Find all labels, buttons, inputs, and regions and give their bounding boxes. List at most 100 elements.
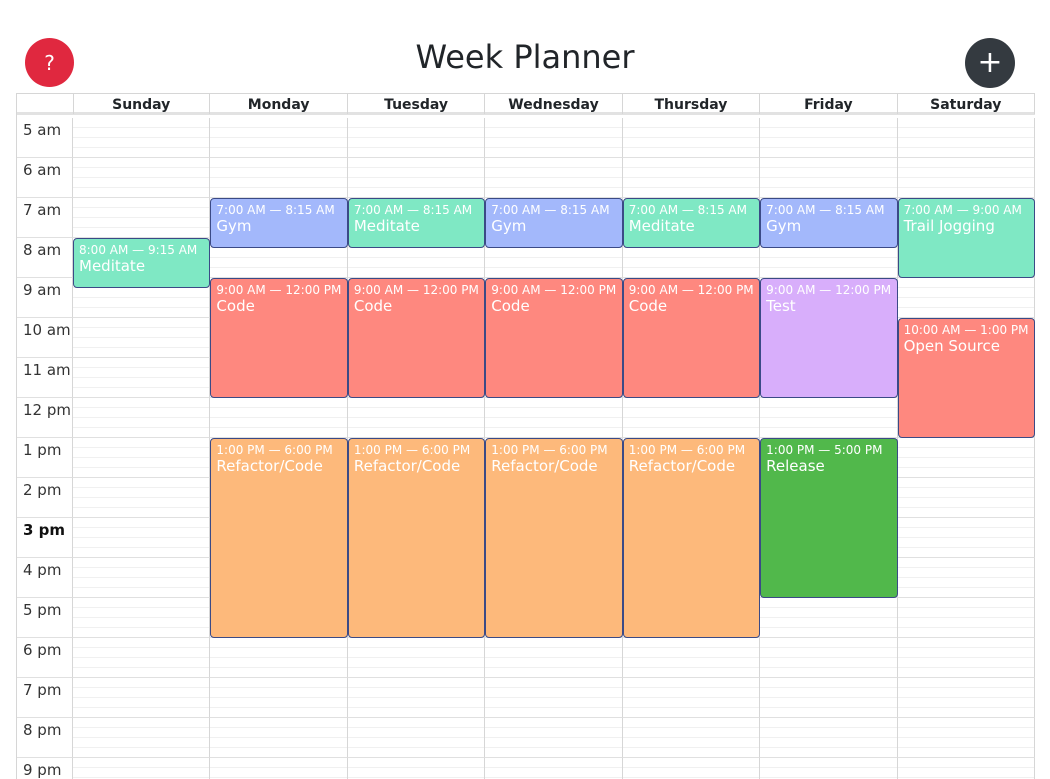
event-code[interactable]: 9:00 AM — 12:00 PM Code	[622, 278, 761, 398]
time-slot-saturday[interactable]	[897, 598, 1035, 638]
event-meditate[interactable]: 8:00 AM — 9:15 AM Meditate	[73, 238, 211, 288]
event-title: Meditate	[628, 217, 695, 235]
time-slot-tuesday[interactable]	[347, 398, 486, 438]
time-slot-monday[interactable]	[210, 398, 348, 438]
hour-label: 4 pm	[23, 561, 62, 579]
time-slot-sunday[interactable]	[73, 718, 211, 758]
time-slot-friday[interactable]	[760, 118, 898, 158]
time-slot-sunday[interactable]	[73, 478, 211, 518]
time-slot-sunday[interactable]	[73, 558, 211, 598]
time-slot-sunday[interactable]	[73, 758, 211, 779]
add-event-button[interactable]: +	[965, 38, 1015, 88]
event-meditate[interactable]: 7:00 AM — 8:15 AM Meditate	[347, 198, 486, 248]
hour-label: 9 pm	[23, 761, 62, 779]
event-time: 8:00 AM — 9:15 AM	[79, 243, 198, 257]
event-refactor-code[interactable]: 1:00 PM — 6:00 PM Refactor/Code	[347, 438, 486, 638]
event-code[interactable]: 9:00 AM — 12:00 PM Code	[347, 278, 486, 398]
time-slot-saturday[interactable]	[897, 718, 1035, 758]
hour-label: 5 am	[23, 121, 62, 139]
event-test[interactable]: 9:00 AM — 12:00 PM Test	[760, 278, 898, 398]
time-slot-label-cell: 5 am	[17, 118, 73, 158]
time-slot-wednesday[interactable]	[485, 718, 623, 758]
time-slot-label-cell: 4 pm	[17, 558, 73, 598]
event-title: Meditate	[353, 217, 420, 235]
time-slot-monday[interactable]	[210, 758, 348, 779]
time-slot-friday[interactable]	[760, 598, 898, 638]
time-slot-saturday[interactable]	[897, 518, 1035, 558]
time-slot-saturday[interactable]	[897, 158, 1035, 198]
time-slot-sunday[interactable]	[73, 358, 211, 398]
time-slot-sunday[interactable]	[73, 518, 211, 558]
time-slot-sunday[interactable]	[73, 638, 211, 678]
time-slot-saturday[interactable]	[897, 558, 1035, 598]
time-slot-sunday[interactable]	[73, 598, 211, 638]
time-slot-sunday[interactable]	[73, 318, 211, 358]
time-slot-saturday[interactable]	[897, 478, 1035, 518]
time-slot-friday[interactable]	[760, 638, 898, 678]
time-slot-sunday[interactable]	[73, 198, 211, 238]
time-slot-saturday[interactable]	[897, 638, 1035, 678]
time-slot-wednesday[interactable]	[485, 158, 623, 198]
hour-label: 5 pm	[23, 601, 62, 619]
time-slot-tuesday[interactable]	[347, 678, 486, 718]
time-slot-tuesday[interactable]	[347, 638, 486, 678]
time-slot-wednesday[interactable]	[485, 758, 623, 779]
hour-label: 6 pm	[23, 641, 62, 659]
event-refactor-code[interactable]: 1:00 PM — 6:00 PM Refactor/Code	[210, 438, 348, 638]
event-title: Code	[491, 297, 530, 315]
time-slot-sunday[interactable]	[73, 438, 211, 478]
event-gym[interactable]: 7:00 AM — 8:15 AM Gym	[485, 198, 623, 248]
event-refactor-code[interactable]: 1:00 PM — 6:00 PM Refactor/Code	[485, 438, 623, 638]
event-open-source[interactable]: 10:00 AM — 1:00 PM Open Source	[897, 318, 1035, 438]
time-slot-wednesday[interactable]	[485, 118, 623, 158]
time-slot-friday[interactable]	[760, 398, 898, 438]
event-gym[interactable]: 7:00 AM — 8:15 AM Gym	[760, 198, 898, 248]
event-trail-jogging[interactable]: 7:00 AM — 9:00 AM Trail Jogging	[897, 198, 1035, 278]
time-slot-monday[interactable]	[210, 638, 348, 678]
time-slot-thursday[interactable]	[622, 638, 761, 678]
time-slot-friday[interactable]	[760, 758, 898, 779]
event-release[interactable]: 1:00 PM — 5:00 PM Release	[760, 438, 898, 598]
time-slot-tuesday[interactable]	[347, 758, 486, 779]
time-slot-thursday[interactable]	[622, 678, 761, 718]
time-slot-friday[interactable]	[760, 678, 898, 718]
time-slot-sunday[interactable]	[73, 158, 211, 198]
time-slot-monday[interactable]	[210, 678, 348, 718]
event-gym[interactable]: 7:00 AM — 8:15 AM Gym	[210, 198, 348, 248]
time-slot-thursday[interactable]	[622, 158, 761, 198]
hour-label: 6 am	[23, 161, 62, 179]
event-code[interactable]: 9:00 AM — 12:00 PM Code	[210, 278, 348, 398]
time-slot-thursday[interactable]	[622, 718, 761, 758]
time-slot-sunday[interactable]	[73, 678, 211, 718]
time-slot-sunday[interactable]	[73, 398, 211, 438]
time-slot-monday[interactable]	[210, 718, 348, 758]
time-slot-saturday[interactable]	[897, 278, 1035, 318]
time-slot-tuesday[interactable]	[347, 718, 486, 758]
time-slot-sunday[interactable]	[73, 118, 211, 158]
time-slot-wednesday[interactable]	[485, 678, 623, 718]
time-slot-thursday[interactable]	[622, 118, 761, 158]
time-slot-label-cell: 2 pm	[17, 478, 73, 518]
time-slot-saturday[interactable]	[897, 118, 1035, 158]
time-slot-saturday[interactable]	[897, 438, 1035, 478]
event-time: 7:00 AM — 8:15 AM	[353, 203, 473, 217]
time-slot-monday[interactable]	[210, 158, 348, 198]
time-slot-monday[interactable]	[210, 118, 348, 158]
time-slot-tuesday[interactable]	[347, 118, 486, 158]
event-title: Gym	[216, 217, 252, 235]
time-slot-saturday[interactable]	[897, 678, 1035, 718]
time-slot-friday[interactable]	[760, 158, 898, 198]
time-slot-tuesday[interactable]	[347, 158, 486, 198]
time-slot-saturday[interactable]	[897, 758, 1035, 779]
event-time: 9:00 AM — 12:00 PM	[216, 283, 342, 297]
time-slot-wednesday[interactable]	[485, 398, 623, 438]
event-refactor-code[interactable]: 1:00 PM — 6:00 PM Refactor/Code	[622, 438, 761, 638]
time-slot-label-cell: 9 am	[17, 278, 73, 318]
time-slot-thursday[interactable]	[622, 758, 761, 779]
time-slot-thursday[interactable]	[622, 398, 761, 438]
event-meditate[interactable]: 7:00 AM — 8:15 AM Meditate	[622, 198, 761, 248]
time-slot-wednesday[interactable]	[485, 638, 623, 678]
event-time: 9:00 AM — 12:00 PM	[353, 283, 479, 297]
time-slot-friday[interactable]	[760, 718, 898, 758]
event-code[interactable]: 9:00 AM — 12:00 PM Code	[485, 278, 623, 398]
